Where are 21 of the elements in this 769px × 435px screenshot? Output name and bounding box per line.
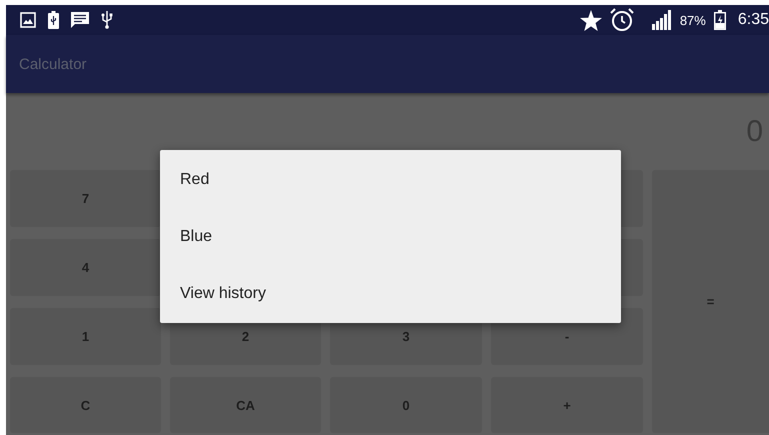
menu-item[interactable]: Blue (160, 208, 621, 266)
battery-charging-icon (714, 10, 726, 30)
keypad-key[interactable]: 1 (10, 308, 161, 365)
keypad-key[interactable]: 4 (10, 239, 161, 296)
menu-item[interactable]: Red (160, 151, 621, 208)
image-icon (20, 12, 36, 28)
app-title: Calculator (19, 56, 87, 72)
signal-icon (652, 10, 672, 30)
star-icon (580, 10, 602, 30)
battery-icon (48, 11, 59, 29)
keypad-key[interactable]: 0 (330, 377, 482, 433)
message-icon (71, 12, 89, 28)
clock-time: 6:35 (738, 11, 769, 29)
keypad-key[interactable]: + (491, 377, 643, 433)
keypad-key[interactable]: C (10, 377, 161, 433)
equals-key[interactable]: = (652, 170, 769, 433)
battery-percent: 87% (680, 12, 706, 28)
keypad-key[interactable]: CA (170, 377, 321, 433)
keypad-key[interactable]: 7 (10, 170, 161, 227)
alarm-icon (610, 8, 634, 32)
usb-icon (101, 11, 113, 29)
